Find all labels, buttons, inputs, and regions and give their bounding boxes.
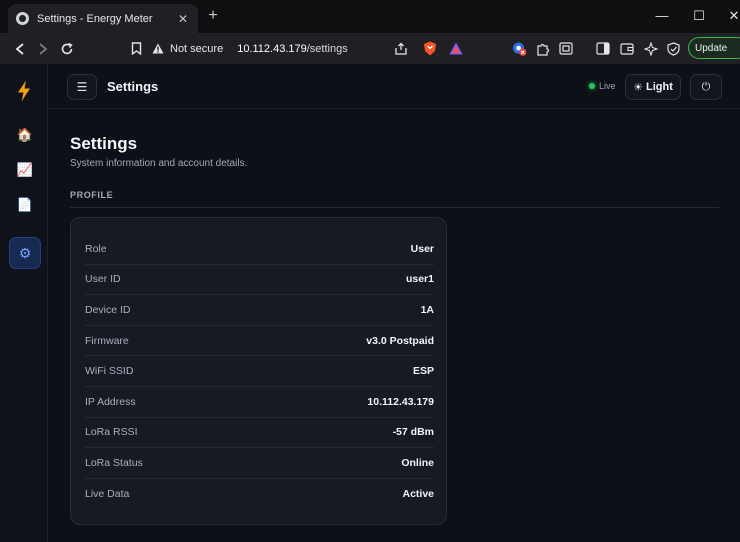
screenshot-icon[interactable]	[558, 41, 573, 56]
sidebar: 🏠 📈 📄 ⚙	[0, 64, 48, 542]
header-title: Settings	[107, 79, 159, 94]
chevron-right-icon	[39, 42, 48, 55]
url-text[interactable]: 10.112.43.179/settings	[237, 43, 348, 55]
row-label: User ID	[85, 273, 121, 286]
page-subtitle: System information and account details.	[70, 158, 248, 169]
row-value: User	[410, 242, 434, 255]
hamburger-icon: ☰	[76, 80, 88, 94]
wallet-icon[interactable]	[619, 41, 634, 56]
not-secure-label[interactable]: Not secure	[170, 43, 223, 55]
extension-profile-icon[interactable]	[512, 41, 527, 56]
profile-card: Role User User ID user1 Device ID 1A Fir…	[70, 217, 447, 525]
sidebar-toggle-icon[interactable]	[595, 41, 610, 56]
tab-title: Settings - Energy Meter	[37, 12, 153, 25]
close-window-button[interactable]: ✕	[727, 7, 740, 25]
back-button[interactable]	[10, 33, 30, 64]
row-label: LoRa Status	[85, 456, 143, 469]
browser-tab-strip: Settings - Energy Meter ✕ + — ☐ ✕	[0, 0, 740, 33]
row-value: user1	[405, 273, 434, 286]
document-icon: 📄	[16, 197, 34, 212]
row-value: ESP	[412, 365, 434, 378]
chevron-left-icon	[15, 42, 24, 55]
reload-button[interactable]	[57, 33, 77, 64]
app-header: ☰ Settings Live ☀ Light ⏻	[48, 64, 740, 109]
row-label: Role	[85, 242, 107, 255]
logout-button[interactable]: ⏻	[690, 74, 722, 100]
globe-icon	[16, 12, 29, 25]
profile-row-device-id: Device ID 1A	[85, 295, 434, 326]
profile-row-lora-rssi: LoRa RSSI -57 dBm	[85, 418, 434, 449]
sidebar-item-settings[interactable]: ⚙	[9, 237, 41, 269]
row-label: WiFi SSID	[85, 365, 134, 378]
leo-ai-icon[interactable]	[643, 41, 658, 56]
reload-icon	[61, 42, 73, 54]
profile-row-lora-status: LoRa Status Online	[85, 448, 434, 479]
sidebar-item-reports[interactable]: 📄	[9, 189, 41, 221]
chart-icon: 📈	[16, 162, 34, 177]
page-title: Settings	[70, 134, 138, 153]
profile-row-wifi-ssid: WiFi SSID ESP	[85, 356, 434, 387]
row-value: 1A	[420, 303, 434, 316]
menu-button[interactable]: ☰	[67, 74, 97, 100]
home-icon: 🏠	[16, 127, 34, 142]
row-value: v3.0 Postpaid	[366, 334, 434, 347]
share-icon[interactable]	[393, 41, 408, 56]
brave-shield-icon[interactable]	[422, 41, 437, 56]
sidebar-item-charts[interactable]: 📈	[9, 154, 41, 186]
profile-row-role: Role User	[85, 234, 434, 265]
live-status-dot	[589, 83, 595, 89]
update-button[interactable]: Update	[688, 37, 740, 59]
row-label: Live Data	[85, 488, 130, 501]
brave-rewards-icon[interactable]	[448, 41, 463, 56]
profile-row-ip-address: IP Address 10.112.43.179	[85, 387, 434, 418]
row-value: Active	[402, 488, 434, 501]
row-value: Online	[401, 456, 434, 469]
browser-tab[interactable]: Settings - Energy Meter ✕	[8, 4, 198, 33]
tab-close-icon[interactable]: ✕	[176, 12, 190, 26]
section-label-profile: PROFILE	[70, 190, 114, 200]
profile-row-live-data: Live Data Active	[85, 479, 434, 510]
theme-toggle-label: Light	[645, 81, 673, 93]
minimize-button[interactable]: —	[655, 7, 669, 25]
url-path: /settings	[306, 42, 348, 55]
forward-button[interactable]	[33, 33, 53, 64]
vpn-shield-icon[interactable]	[666, 41, 681, 56]
row-label: Firmware	[85, 334, 129, 347]
browser-toolbar: Not secure 10.112.43.179/settings	[0, 33, 740, 64]
row-value: 10.112.43.179	[367, 395, 434, 408]
row-label: Device ID	[85, 303, 131, 316]
warning-icon	[152, 43, 164, 54]
gear-icon: ⚙	[18, 244, 32, 261]
sidebar-item-home[interactable]: 🏠	[9, 119, 41, 151]
theme-toggle-button[interactable]: ☀ Light	[625, 74, 681, 100]
profile-row-user-id: User ID user1	[85, 265, 434, 296]
row-label: IP Address	[85, 395, 136, 408]
row-label: LoRa RSSI	[85, 426, 138, 439]
bookmark-icon[interactable]	[129, 41, 144, 56]
extensions-puzzle-icon[interactable]	[535, 41, 550, 56]
lightning-bolt-icon	[17, 80, 31, 102]
live-label: Live	[599, 81, 616, 91]
row-value: -57 dBm	[392, 426, 434, 439]
sun-icon: ☀	[633, 81, 643, 94]
power-icon: ⏻	[701, 80, 711, 93]
section-divider	[70, 207, 719, 208]
profile-row-firmware: Firmware v3.0 Postpaid	[85, 326, 434, 357]
maximize-button[interactable]: ☐	[692, 7, 706, 25]
address-bar[interactable]: Not secure 10.112.43.179/settings	[152, 37, 499, 60]
new-tab-button[interactable]: +	[205, 7, 221, 25]
url-host: 10.112.43.179	[237, 42, 307, 55]
